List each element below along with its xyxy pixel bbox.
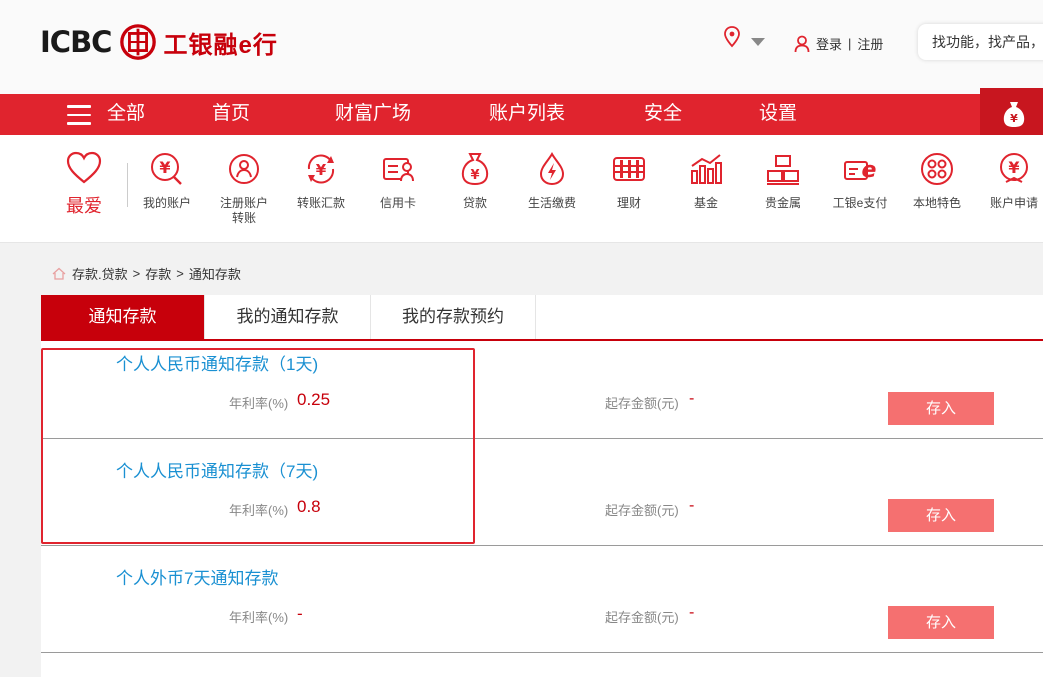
- svg-text:¥: ¥: [1010, 112, 1018, 125]
- quick-item-label: 转账汇款: [296, 196, 345, 210]
- deposit-button[interactable]: 存入: [888, 499, 994, 532]
- quick-menu: 最爱 ¥ 我的账户 注册账户 转账 ¥ 转账汇款 信用卡 ¥ 贷款 生活缴费 理…: [0, 135, 1043, 243]
- quick-item-wealth[interactable]: 理财: [594, 151, 664, 211]
- home-icon[interactable]: [52, 267, 66, 280]
- quick-item-label: 注册账户 转账: [219, 196, 268, 225]
- nav-settings[interactable]: 设置: [759, 94, 797, 135]
- rate-value: -: [297, 604, 303, 623]
- deposit-button[interactable]: 存入: [888, 606, 994, 639]
- epay-icon: e: [844, 158, 877, 183]
- register-account-icon: [229, 154, 259, 184]
- abacus-icon: [613, 157, 645, 181]
- svg-text:¥: ¥: [316, 161, 327, 179]
- account-apply-icon: ¥: [1000, 153, 1028, 183]
- money-bag-icon: ¥: [1003, 102, 1025, 127]
- utility-drop-icon: [539, 151, 565, 186]
- min-amount-value: -: [689, 497, 695, 514]
- quick-item-my-account[interactable]: ¥ 我的账户: [132, 151, 202, 211]
- quick-item-loan[interactable]: ¥ 贷款: [440, 151, 510, 211]
- product-row: 个人外币7天通知存款 年利率(%) - 起存金额(元) - 存入: [41, 546, 1043, 653]
- quick-item-credit-card[interactable]: 信用卡: [363, 151, 433, 211]
- quick-item-transfer[interactable]: ¥ 转账汇款: [286, 151, 356, 211]
- search-input[interactable]: 找功能，找产品，: [918, 24, 1043, 60]
- quick-item-utility[interactable]: 生活缴费: [517, 151, 587, 211]
- wealth-bag-tab[interactable]: ¥: [980, 88, 1043, 138]
- register-link[interactable]: 注册: [857, 34, 883, 53]
- local-feature-icon: [921, 153, 953, 185]
- svg-text:¥: ¥: [1008, 158, 1019, 177]
- login-link[interactable]: 登录: [816, 34, 842, 53]
- min-amount-label: 起存金额(元): [605, 610, 679, 625]
- quick-item-account-apply[interactable]: ¥ 账户申请: [979, 151, 1043, 211]
- svg-text:¥: ¥: [159, 158, 170, 177]
- main-nav: 全部 首页 财富广场 账户列表 安全 设置: [0, 94, 1043, 135]
- location-selector[interactable]: [723, 26, 765, 48]
- deposit-button[interactable]: 存入: [888, 392, 994, 425]
- favorites[interactable]: 最爱: [64, 151, 104, 218]
- breadcrumb-current: 通知存款: [188, 267, 241, 282]
- min-amount-label: 起存金额(元): [605, 396, 679, 411]
- user-icon: [794, 35, 810, 52]
- transfer-icon: ¥: [307, 154, 335, 184]
- chevron-down-icon: [751, 38, 765, 46]
- quick-item-label: 贷款: [462, 196, 487, 210]
- breadcrumb-deposit-loan[interactable]: 存款.贷款: [72, 264, 128, 283]
- loan-bag-icon: ¥: [461, 153, 489, 186]
- breadcrumb-deposit[interactable]: 存款: [145, 264, 171, 283]
- min-amount-value: -: [689, 604, 695, 621]
- nav-home[interactable]: 首页: [212, 94, 250, 135]
- breadcrumb: 存款.贷款 > 存款 > 通知存款: [52, 264, 241, 283]
- svg-text:¥: ¥: [470, 168, 479, 183]
- logo-text: ICBC: [40, 25, 112, 59]
- gold-bars-icon: [767, 155, 799, 185]
- icbc-logo[interactable]: ICBC 工银融e行: [40, 22, 278, 62]
- quick-item-label: 理财: [616, 196, 641, 210]
- quick-item-label: 工银e支付: [832, 196, 888, 210]
- min-amount-label: 起存金额(元): [605, 503, 679, 518]
- nav-accounts[interactable]: 账户列表: [489, 94, 565, 135]
- svg-text:e: e: [862, 158, 877, 183]
- nav-security[interactable]: 安全: [644, 94, 682, 135]
- quick-item-epay[interactable]: e 工银e支付: [825, 151, 895, 211]
- fund-chart-icon: [691, 154, 722, 184]
- min-amount-value: -: [689, 390, 695, 407]
- breadcrumb-separator: >: [176, 266, 184, 281]
- link-separator: |: [848, 36, 852, 51]
- quick-item-label: 账户申请: [989, 196, 1038, 210]
- heart-icon: [66, 151, 102, 184]
- quick-item-label: 贵金属: [764, 196, 801, 210]
- yen-search-icon: ¥: [151, 153, 182, 185]
- quick-item-register-transfer[interactable]: 注册账户 转账: [209, 151, 279, 226]
- location-pin-icon: [724, 26, 740, 48]
- quick-item-fund[interactable]: 基金: [671, 151, 741, 211]
- logo-chinese: 工银融e行: [163, 31, 278, 59]
- nav-wealth[interactable]: 财富广场: [335, 94, 411, 135]
- quick-item-label: 本地特色: [912, 196, 961, 210]
- nav-all[interactable]: 全部: [107, 94, 145, 135]
- highlight-box: [41, 348, 475, 544]
- menu-icon[interactable]: [67, 105, 91, 125]
- quick-item-precious-metal[interactable]: 贵金属: [748, 151, 818, 211]
- icbc-seal-icon: [120, 24, 157, 60]
- quick-item-label: 我的账户: [142, 196, 191, 210]
- rate-label: 年利率(%): [229, 610, 289, 625]
- quick-item-label: 基金: [693, 196, 718, 210]
- breadcrumb-separator: >: [132, 266, 141, 281]
- divider: [127, 163, 128, 207]
- product-name-link[interactable]: 个人外币7天通知存款: [116, 564, 278, 589]
- top-header: ICBC 工银融e行 登录 | 注册 找功能，找产品，: [0, 0, 1043, 94]
- quick-item-label: 生活缴费: [527, 196, 576, 210]
- quick-item-local-feature[interactable]: 本地特色: [902, 151, 972, 211]
- credit-card-icon: [383, 158, 414, 182]
- quick-item-label: 信用卡: [379, 196, 416, 210]
- user-links: 登录 | 注册: [794, 34, 883, 53]
- favorites-label: 最爱: [66, 196, 102, 216]
